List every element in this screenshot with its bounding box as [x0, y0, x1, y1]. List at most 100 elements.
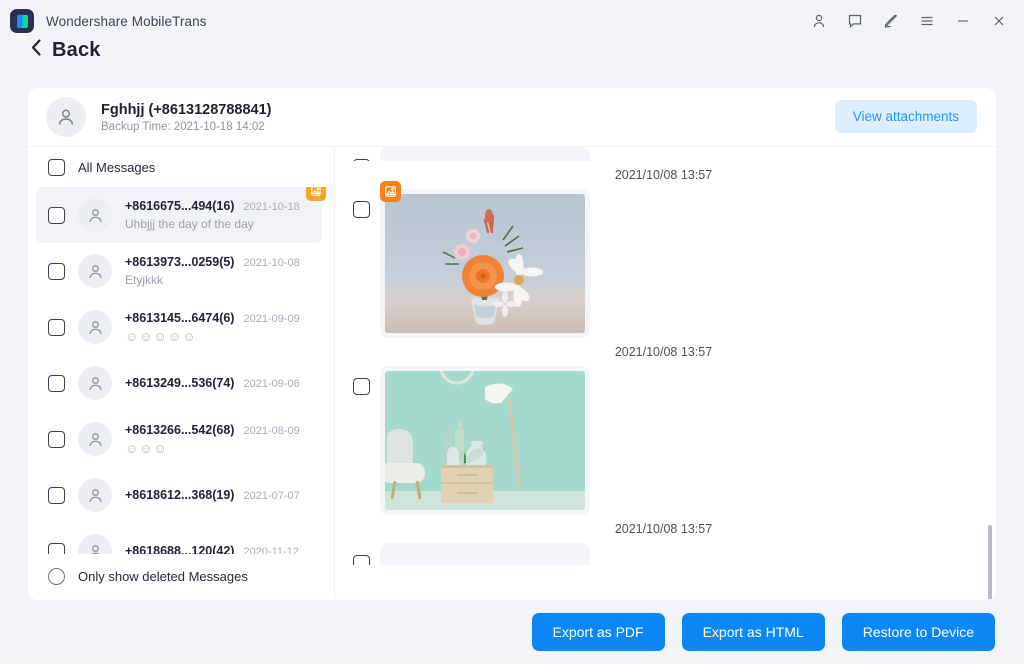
message-checkbox[interactable] [353, 555, 370, 565]
contact-preview: Etyjkkk [125, 273, 334, 287]
avatar [78, 198, 112, 232]
feedback-icon[interactable] [846, 12, 864, 30]
all-messages-label: All Messages [78, 160, 155, 175]
contact-date: 2021-08-09 [243, 425, 299, 437]
contact-preview: ☺☺☺ [125, 441, 334, 456]
only-deleted-row[interactable]: Only show deleted Messages [28, 554, 334, 599]
contact-info: +8613145...6474(6) 2021-09-09 ☺☺☺☺☺ [125, 311, 334, 344]
message-bubble[interactable] [380, 366, 590, 515]
message-timestamp: 2021/10/08 13:57 [353, 161, 974, 189]
message-list: 2021/10/08 13:57 [335, 147, 996, 599]
only-deleted-label: Only show deleted Messages [78, 569, 248, 584]
avatar [78, 366, 112, 400]
contact-list-item[interactable]: +8618688...120(42) 2020-11-12 [28, 523, 334, 554]
restore-to-device-button[interactable]: Restore to Device [842, 613, 995, 651]
contact-header: Fghhjj (+8613128788841) Backup Time: 202… [28, 88, 996, 147]
contact-checkbox[interactable] [48, 487, 65, 504]
contact-name: Fghhjj (+8613128788841) [101, 102, 271, 118]
message-pane: 2021/10/08 13:57 [335, 147, 996, 599]
app-title: Wondershare MobileTrans [46, 14, 207, 29]
deleted-message-badge-icon [306, 187, 326, 201]
contact-info: +8618688...120(42) 2020-11-12 [125, 544, 334, 554]
message-timestamp: 2021/10/08 13:57 [353, 338, 974, 366]
contact-info: +8616675...494(16) 2021-10-18 Uhbjjj the d… [125, 199, 322, 231]
contact-checkbox[interactable] [48, 375, 65, 392]
back-label: Back [52, 39, 101, 62]
contact-date: 2021-07-07 [243, 490, 299, 502]
contact-number: +8613145...6474(6) [125, 311, 234, 325]
contact-number: +8613249...536(74) [125, 376, 234, 390]
contact-list-item[interactable]: +8618612...368(19) 2021-07-07 [28, 467, 334, 523]
contact-checkbox[interactable] [48, 207, 65, 224]
contact-list[interactable]: +8616675...494(16) 2021-10-18 Uhbjjj the d… [28, 187, 334, 554]
contact-number: +8618612...368(19) [125, 488, 234, 502]
contact-info: +8613249...536(74) 2021-09-06 [125, 376, 334, 390]
view-attachments-button[interactable]: View attachments [835, 100, 977, 133]
message-item: 2021/10/08 13:57 [353, 515, 974, 565]
contact-checkbox[interactable] [48, 319, 65, 336]
message-checkbox[interactable] [353, 378, 370, 395]
avatar [78, 534, 112, 554]
message-checkbox[interactable] [353, 201, 370, 218]
all-messages-checkbox[interactable] [48, 159, 65, 176]
message-bubble[interactable] [380, 147, 590, 161]
app-logo-glyph [17, 15, 28, 28]
contact-info: +8613973...0259(5) 2021-10-08 Etyjkkk [125, 255, 334, 287]
close-icon[interactable] [990, 12, 1008, 30]
message-image[interactable] [385, 194, 585, 333]
contact-info: +8618612...368(19) 2021-07-07 [125, 488, 334, 502]
back-button[interactable]: Back [30, 38, 101, 62]
footer-actions: Export as PDF Export as HTML Restore to … [0, 600, 1024, 664]
message-timestamp: 2021/10/08 13:57 [353, 515, 974, 543]
avatar [78, 310, 112, 344]
window-controls [810, 12, 1024, 30]
export-as-pdf-button[interactable]: Export as PDF [532, 613, 665, 651]
message-item: 2021/10/08 13:57 [353, 161, 974, 338]
message-partial-bottom [353, 543, 974, 565]
contact-date: 2021-09-06 [243, 378, 299, 390]
contact-number: +8613266...542(68) [125, 423, 234, 437]
contact-checkbox[interactable] [48, 543, 65, 555]
contact-list-item[interactable]: +8613973...0259(5) 2021-10-08 Etyjkkk [28, 243, 334, 299]
menu-icon[interactable] [918, 12, 936, 30]
messages-card: Fghhjj (+8613128788841) Backup Time: 202… [28, 88, 996, 600]
deleted-image-badge-icon [380, 181, 401, 202]
avatar [46, 97, 86, 137]
contact-number: +8618688...120(42) [125, 544, 234, 554]
contact-list-item[interactable]: +8613145...6474(6) 2021-09-09 ☺☺☺☺☺ [28, 299, 334, 355]
all-messages-row[interactable]: All Messages [28, 147, 334, 187]
contact-list-item[interactable]: +8613266...542(68) 2021-08-09 ☺☺☺ [28, 411, 334, 467]
backup-time: Backup Time: 2021-10-18 14:02 [101, 121, 271, 133]
contact-info: +8613266...542(68) 2021-08-09 ☺☺☺ [125, 423, 334, 456]
contact-preview: Uhbjjj the day of the day [125, 217, 322, 231]
contact-number: +8613973...0259(5) [125, 255, 234, 269]
card-body: All Messages +8616675...494(16) 2021-10-1… [28, 147, 996, 599]
app-logo-icon [10, 9, 34, 33]
export-as-html-button[interactable]: Export as HTML [682, 613, 825, 651]
contact-date: 2021-10-18 [243, 201, 299, 213]
contact-list-item[interactable]: +8613249...536(74) 2021-09-06 [28, 355, 334, 411]
message-partial-top [353, 147, 974, 161]
contact-preview: ☺☺☺☺☺ [125, 329, 334, 344]
only-deleted-radio[interactable] [48, 568, 65, 585]
message-scrollbar[interactable] [988, 525, 992, 599]
contact-date: 2021-09-09 [243, 313, 299, 325]
account-icon[interactable] [810, 12, 828, 30]
message-bubble[interactable] [380, 543, 590, 565]
avatar [78, 422, 112, 456]
minimize-icon[interactable] [954, 12, 972, 30]
message-bubble[interactable] [380, 189, 590, 338]
edit-icon[interactable] [882, 12, 900, 30]
avatar [78, 254, 112, 288]
contact-date: 2021-10-08 [243, 257, 299, 269]
conversation-sidebar: All Messages +8616675...494(16) 2021-10-1… [28, 147, 335, 599]
contact-checkbox[interactable] [48, 431, 65, 448]
contact-header-text: Fghhjj (+8613128788841) Backup Time: 202… [101, 102, 271, 133]
contact-list-item[interactable]: +8616675...494(16) 2021-10-18 Uhbjjj the d… [36, 187, 322, 243]
message-image[interactable] [385, 371, 585, 510]
contact-date: 2020-11-12 [243, 546, 298, 554]
chevron-left-icon [30, 38, 43, 62]
title-bar: Wondershare MobileTrans [0, 0, 1024, 42]
contact-number: +8616675...494(16) [125, 199, 234, 213]
contact-checkbox[interactable] [48, 263, 65, 280]
